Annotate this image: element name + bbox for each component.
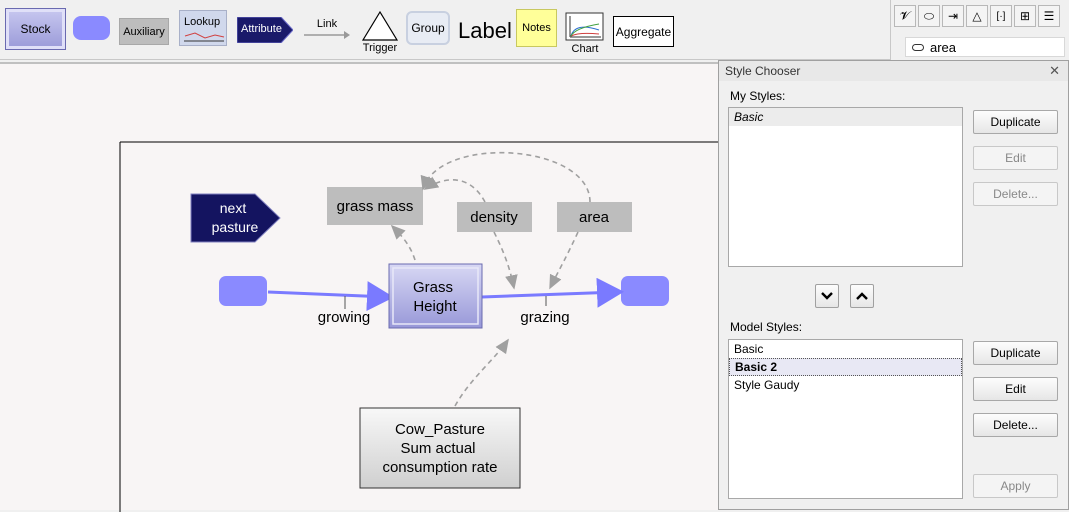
trigger-tool-label: Trigger bbox=[362, 42, 398, 54]
model-canvas[interactable]: next pasture grass mass density area Gra… bbox=[0, 62, 718, 512]
apply-button[interactable]: Apply bbox=[973, 474, 1058, 498]
close-icon[interactable]: ✕ bbox=[1049, 63, 1060, 79]
aux-density-label: density bbox=[470, 209, 518, 226]
link-stock-grassmass bbox=[390, 224, 416, 261]
aux-area-label: area bbox=[579, 209, 610, 226]
dialog-title: Style Chooser bbox=[725, 64, 801, 78]
aggregate-label-line3: consumption rate bbox=[382, 459, 497, 476]
trigger-tool[interactable]: Trigger bbox=[360, 10, 400, 56]
chart-tool-label: Chart bbox=[571, 43, 599, 55]
list-item[interactable]: Basic bbox=[729, 108, 962, 126]
attribute-label-line2: pasture bbox=[212, 219, 259, 235]
bracket-icon[interactable]: [·] bbox=[990, 5, 1012, 27]
chevron-down-icon bbox=[821, 292, 833, 300]
group-tool-label: Group bbox=[411, 21, 445, 35]
link-area-grassmass bbox=[420, 151, 591, 203]
notes-tool[interactable]: Notes bbox=[516, 9, 557, 47]
stock-label-line1: Grass bbox=[413, 279, 453, 296]
link-area-grazing bbox=[549, 231, 579, 290]
model-duplicate-button[interactable]: Duplicate bbox=[973, 341, 1058, 365]
aggregate-label-line1: Cow_Pasture bbox=[395, 421, 485, 438]
link-density-grazing bbox=[493, 231, 518, 290]
link-density-grassmass bbox=[423, 176, 486, 203]
list-item[interactable]: Style Gaudy bbox=[729, 376, 962, 394]
chart-tool[interactable]: Chart bbox=[565, 12, 605, 56]
model-styles-list[interactable]: Basic Basic 2 Style Gaudy bbox=[728, 339, 963, 499]
cloud-tool-icon[interactable] bbox=[75, 18, 108, 38]
label-tool-label: Label bbox=[458, 18, 512, 43]
cloud-source-icon[interactable] bbox=[219, 276, 267, 306]
stock-tool-label: Stock bbox=[20, 22, 51, 36]
link-arrow-icon bbox=[304, 31, 350, 39]
tree-icon[interactable]: ⊞ bbox=[1014, 5, 1036, 27]
attribute-tool-label: Attribute bbox=[241, 23, 282, 35]
triangle-icon bbox=[361, 10, 399, 41]
list-item[interactable]: area bbox=[905, 37, 1065, 57]
link-tool[interactable]: Link bbox=[302, 18, 352, 48]
script-v-icon[interactable]: 𝓥 bbox=[894, 5, 916, 27]
model-delete-button[interactable]: Delete... bbox=[973, 413, 1058, 437]
stock-label-line2: Height bbox=[413, 298, 457, 315]
aggregate-tool[interactable]: Aggregate bbox=[613, 16, 674, 47]
toolbar: Stock Auxiliary Lookup Attribute Link Tr… bbox=[0, 0, 890, 60]
model-styles-label: Model Styles: bbox=[730, 320, 803, 334]
edit-button[interactable]: Edit bbox=[973, 146, 1058, 170]
import-icon[interactable]: ⇥ bbox=[942, 5, 964, 27]
stock-tool[interactable]: Stock bbox=[5, 8, 66, 50]
lookup-tool[interactable]: Lookup bbox=[179, 10, 227, 46]
dialog-title-bar[interactable]: Style Chooser bbox=[719, 61, 1068, 81]
cloud-sink-icon[interactable] bbox=[621, 276, 669, 306]
flow-growing-pipe[interactable] bbox=[267, 281, 394, 312]
link-tool-label: Link bbox=[316, 18, 338, 30]
aux-grass-mass-label: grass mass bbox=[337, 198, 414, 215]
list-item-label: area bbox=[930, 39, 957, 55]
stock-node[interactable] bbox=[388, 263, 483, 329]
notes-tool-label: Notes bbox=[522, 22, 551, 34]
flow-grazing-label: grazing bbox=[520, 309, 569, 326]
attribute-tool[interactable]: Attribute bbox=[237, 17, 293, 43]
my-styles-label: My Styles: bbox=[730, 89, 786, 103]
diagram-svg: next pasture grass mass density area Gra… bbox=[119, 141, 718, 512]
list-icon[interactable]: ☰ bbox=[1038, 5, 1060, 27]
duplicate-button[interactable]: Duplicate bbox=[973, 110, 1058, 134]
flow-growing-label: growing bbox=[318, 309, 371, 326]
link-aggregate-grazing bbox=[454, 338, 509, 407]
auxiliary-tool-label: Auxiliary bbox=[123, 25, 165, 38]
chevron-up-icon bbox=[856, 292, 868, 300]
aggregate-label-line2: Sum actual bbox=[400, 440, 475, 457]
flow-icon bbox=[912, 43, 924, 51]
move-down-button[interactable] bbox=[815, 284, 839, 308]
chart-icon bbox=[565, 12, 604, 41]
lookup-graph-icon bbox=[184, 32, 225, 42]
auxiliary-tool[interactable]: Auxiliary bbox=[119, 18, 169, 45]
style-chooser-dialog: Style Chooser ✕ My Styles: Basic Duplica… bbox=[718, 60, 1069, 510]
label-tool[interactable]: Label bbox=[458, 18, 512, 44]
move-up-button[interactable] bbox=[850, 284, 874, 308]
attribute-label-line1: next bbox=[220, 200, 247, 216]
flow-grazing-pipe[interactable] bbox=[481, 277, 624, 308]
aggregate-tool-label: Aggregate bbox=[615, 24, 672, 39]
triangle-icon[interactable]: △ bbox=[966, 5, 988, 27]
model-edit-button[interactable]: Edit bbox=[973, 377, 1058, 401]
group-tool[interactable]: Group bbox=[406, 11, 450, 45]
my-styles-list[interactable]: Basic bbox=[728, 107, 963, 267]
flow-icon[interactable]: ⬭ bbox=[918, 5, 940, 27]
delete-button[interactable]: Delete... bbox=[973, 182, 1058, 206]
list-item-selected[interactable]: Basic 2 bbox=[729, 358, 962, 376]
list-item[interactable]: Basic bbox=[729, 340, 962, 358]
